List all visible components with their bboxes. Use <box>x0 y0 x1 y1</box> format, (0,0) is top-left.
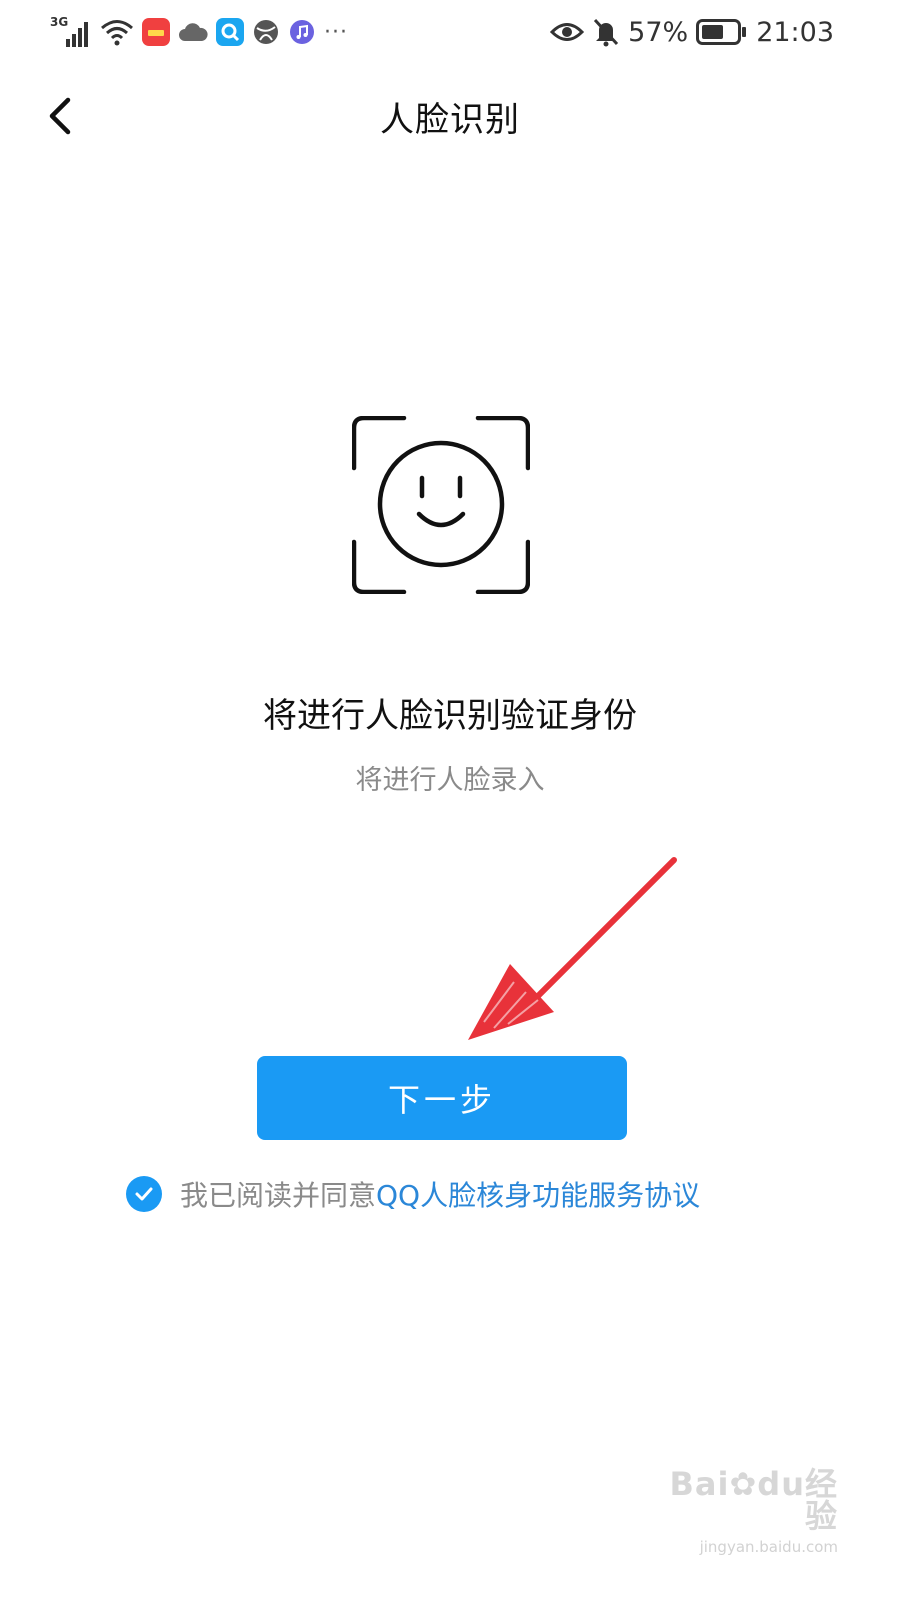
search-app-icon <box>216 18 244 46</box>
wifi-icon <box>100 17 134 47</box>
nav-bar: 人脸识别 <box>0 70 900 162</box>
check-icon <box>135 1187 153 1201</box>
signal-icon: 3G <box>50 15 92 49</box>
next-step-button[interactable]: 下一步 <box>257 1056 627 1140</box>
clock: 21:03 <box>756 16 834 48</box>
globe-icon <box>252 18 280 46</box>
notification-app-icon <box>142 18 170 46</box>
main-heading: 将进行人脸识别验证身份 <box>263 696 637 736</box>
status-bar: 3G ··· 57% 21:03 <box>0 0 900 62</box>
face-scan-icon <box>351 415 531 595</box>
music-icon <box>288 18 316 46</box>
status-bar-right: 57% 21:03 <box>550 12 834 52</box>
watermark-logo: Bai✿du经验 <box>669 1465 838 1535</box>
watermark-url: jingyan.baidu.com <box>699 1538 838 1556</box>
red-arrow-icon <box>462 852 682 1048</box>
agreement-link[interactable]: QQ人脸核身功能服务协议 <box>376 1174 700 1214</box>
agreement-prefix: 我已阅读并同意 <box>180 1179 377 1212</box>
battery-icon <box>696 19 748 45</box>
baidu-jingyan-watermark: Bai✿du经验 jingyan.baidu.com <box>668 1468 838 1556</box>
agree-checkbox[interactable] <box>126 1176 162 1212</box>
sub-heading: 将进行人脸录入 <box>355 765 545 796</box>
battery-percent: 57% <box>628 16 689 48</box>
bell-muted-icon <box>592 17 620 47</box>
overflow-dots: ··· <box>324 19 348 45</box>
page-title: 人脸识别 <box>380 100 520 140</box>
eye-icon <box>550 20 585 44</box>
agreement-row: 我已阅读并同意 QQ人脸核身功能服务协议 <box>126 1172 700 1216</box>
status-bar-left: 3G ··· <box>50 12 348 52</box>
cloud-icon <box>178 21 208 43</box>
